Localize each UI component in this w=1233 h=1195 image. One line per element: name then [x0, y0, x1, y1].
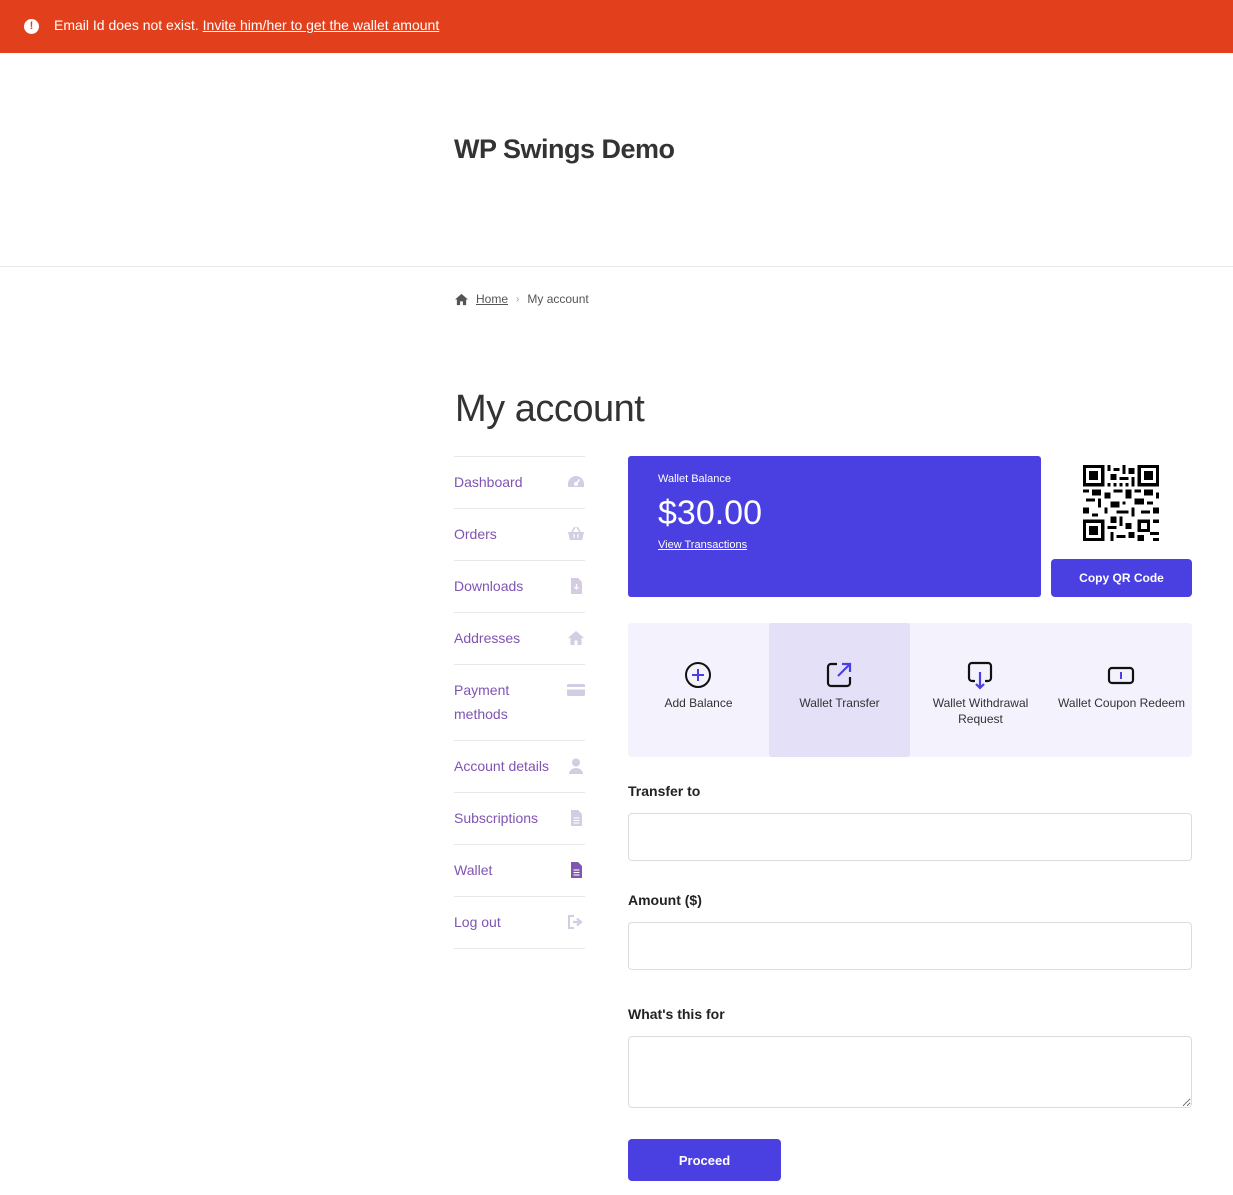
page-title: My account — [455, 388, 645, 430]
invite-link[interactable]: Invite him/her to get the wallet amount — [203, 17, 440, 33]
nav-item-label: Log out — [454, 914, 501, 930]
nav-item-wallet[interactable]: Wallet — [454, 844, 585, 896]
transfer-to-label: Transfer to — [628, 783, 701, 799]
sign-out-icon — [568, 915, 583, 929]
home-icon — [455, 293, 468, 305]
wallet-document-icon — [571, 862, 582, 878]
credit-card-icon — [567, 684, 585, 696]
breadcrumb-home[interactable]: Home — [476, 292, 508, 306]
document-icon — [571, 810, 582, 826]
action-label: Wallet Transfer — [799, 696, 880, 710]
action-wallet-transfer[interactable]: Wallet Transfer — [769, 623, 910, 757]
purpose-textarea[interactable] — [628, 1036, 1192, 1108]
view-transactions-link[interactable]: View Transactions — [658, 539, 747, 551]
breadcrumb-current: My account — [527, 292, 589, 306]
coupon-icon — [1107, 666, 1135, 685]
notice-message: Email Id does not exist. Invite him/her … — [54, 17, 439, 33]
action-label: Wallet Coupon Redeem — [1058, 696, 1185, 710]
wallet-balance-label: Wallet Balance — [658, 473, 731, 485]
nav-item-label: Wallet — [454, 862, 493, 878]
amount-label: Amount ($) — [628, 892, 702, 908]
home-icon — [568, 631, 584, 645]
wallet-action-tabs: Add Balance Wallet Transfer Wallet Withd… — [628, 623, 1192, 757]
nav-item-label: Subscriptions — [454, 810, 539, 826]
user-icon — [569, 758, 583, 774]
nav-item-label: Payment methods — [454, 682, 510, 722]
action-coupon-redeem[interactable]: Wallet Coupon Redeem — [1051, 623, 1192, 757]
proceed-button[interactable]: Proceed — [628, 1139, 781, 1181]
file-download-icon — [571, 578, 582, 594]
account-navigation: Dashboard Orders Downloads Addresses Pay… — [454, 456, 585, 949]
nav-item-account-details[interactable]: Account details — [454, 740, 585, 792]
wallet-balance-card: Wallet Balance $30.00 View Transactions — [628, 456, 1041, 597]
withdraw-icon — [967, 661, 993, 690]
nav-item-dashboard[interactable]: Dashboard — [454, 456, 585, 508]
nav-item-downloads[interactable]: Downloads — [454, 560, 585, 612]
basket-icon — [568, 526, 584, 540]
nav-item-addresses[interactable]: Addresses — [454, 612, 585, 664]
breadcrumb: Home › My account — [454, 292, 589, 306]
nav-item-payment-methods[interactable]: Payment methods — [454, 664, 585, 740]
nav-item-label: Account details — [454, 758, 549, 774]
nav-item-log-out[interactable]: Log out — [454, 896, 585, 949]
breadcrumb-separator: › — [516, 293, 520, 305]
nav-item-orders[interactable]: Orders — [454, 508, 585, 560]
action-withdrawal-request[interactable]: Wallet Withdrawal Request — [910, 623, 1051, 757]
amount-input[interactable] — [628, 922, 1192, 970]
error-notice: ! Email Id does not exist. Invite him/he… — [0, 0, 1233, 53]
copy-qr-code-button[interactable]: Copy QR Code — [1051, 559, 1192, 597]
nav-item-subscriptions[interactable]: Subscriptions — [454, 792, 585, 844]
transfer-to-input[interactable] — [628, 813, 1192, 861]
purpose-label: What's this for — [628, 1006, 725, 1022]
action-label: Add Balance — [664, 696, 733, 710]
qr-code-icon — [1083, 465, 1159, 541]
nav-item-label: Addresses — [454, 630, 521, 646]
nav-item-label: Downloads — [454, 578, 524, 594]
nav-item-label: Dashboard — [454, 474, 523, 490]
nav-item-label: Orders — [454, 526, 497, 542]
action-label: Wallet Withdrawal Request — [932, 696, 1029, 726]
plus-circle-icon — [685, 662, 711, 688]
action-add-balance[interactable]: Add Balance — [628, 623, 769, 757]
notice-text: Email Id does not exist. — [54, 17, 199, 33]
wallet-balance-amount: $30.00 — [658, 494, 762, 532]
site-title[interactable]: WP Swings Demo — [454, 134, 675, 165]
gauge-icon — [568, 476, 584, 487]
alert-icon: ! — [24, 19, 39, 34]
header-divider — [0, 266, 1233, 267]
external-transfer-icon — [826, 662, 852, 688]
